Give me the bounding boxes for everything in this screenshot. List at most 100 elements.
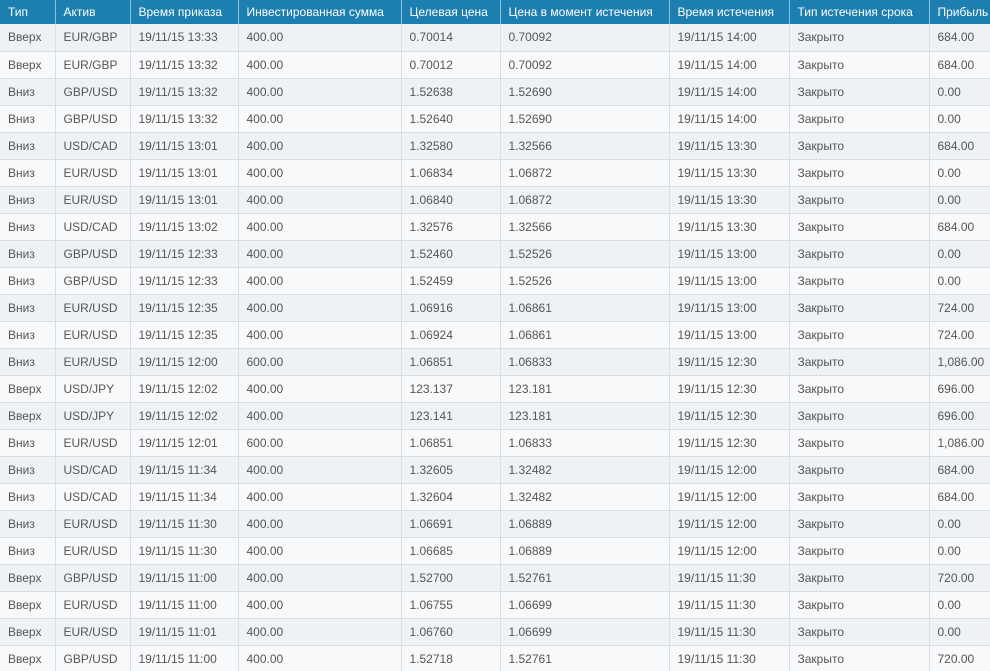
table-row[interactable]: Вверх USD/JPY 19/11/15 12:02 400.00 123.141 1… bbox=[0, 402, 990, 430]
table-row[interactable]: Вниз GBP/USD 19/11/15 12:33 400.00 1.52460 1.… bbox=[0, 240, 990, 268]
cell-expiry-price: 1.32566 bbox=[500, 213, 670, 241]
header-target-price[interactable]: Целевая цена bbox=[401, 0, 501, 24]
cell-order-time: 19/11/15 11:30 bbox=[130, 510, 239, 538]
cell-target-price: 1.52638 bbox=[401, 78, 501, 106]
table-row[interactable]: Вниз GBP/USD 19/11/15 13:32 400.00 1.52638 1.… bbox=[0, 78, 990, 106]
table-row[interactable]: Вверх EUR/USD 19/11/15 11:00 400.00 1.06755 1… bbox=[0, 591, 990, 619]
cell-expiry-price: 1.06861 bbox=[500, 294, 670, 322]
table-row[interactable]: Вниз EUR/USD 19/11/15 13:01 400.00 1.06840 1.… bbox=[0, 186, 990, 214]
cell-type: Вниз bbox=[0, 267, 56, 295]
table-row[interactable]: Вниз USD/CAD 19/11/15 11:34 400.00 1.32604 1.… bbox=[0, 483, 990, 511]
cell-expiry-type: Закрыто bbox=[789, 186, 930, 214]
cell-asset: GBP/USD bbox=[55, 105, 131, 133]
cell-profit: 0.00 bbox=[929, 591, 990, 619]
cell-profit: 1,086.00 bbox=[929, 429, 990, 457]
cell-invested-amount: 400.00 bbox=[238, 321, 402, 349]
cell-expiry-time: 19/11/15 14:00 bbox=[669, 78, 790, 106]
cell-profit: 684.00 bbox=[929, 483, 990, 511]
cell-expiry-type: Закрыто bbox=[789, 240, 930, 268]
cell-target-price: 1.06760 bbox=[401, 618, 501, 646]
cell-expiry-price: 123.181 bbox=[500, 402, 670, 430]
cell-expiry-price: 1.06889 bbox=[500, 537, 670, 565]
cell-order-time: 19/11/15 11:00 bbox=[130, 591, 239, 619]
cell-expiry-type: Закрыто bbox=[789, 564, 930, 592]
cell-order-time: 19/11/15 13:32 bbox=[130, 105, 239, 133]
cell-type: Вниз bbox=[0, 510, 56, 538]
cell-order-time: 19/11/15 13:01 bbox=[130, 186, 239, 214]
cell-expiry-time: 19/11/15 12:00 bbox=[669, 483, 790, 511]
table-row[interactable]: Вниз EUR/USD 19/11/15 12:00 600.00 1.06851 1.… bbox=[0, 348, 990, 376]
table-row[interactable]: Вниз GBP/USD 19/11/15 13:32 400.00 1.52640 1.… bbox=[0, 105, 990, 133]
cell-invested-amount: 400.00 bbox=[238, 186, 402, 214]
cell-profit: 684.00 bbox=[929, 456, 990, 484]
cell-profit: 0.00 bbox=[929, 537, 990, 565]
cell-type: Вниз bbox=[0, 537, 56, 565]
cell-expiry-type: Закрыто bbox=[789, 645, 930, 671]
header-order-time[interactable]: Время приказа bbox=[130, 0, 239, 24]
header-expiry-price[interactable]: Цена в момент истечения bbox=[500, 0, 670, 24]
header-invested-amount[interactable]: Инвестированная сумма bbox=[238, 0, 402, 24]
cell-expiry-type: Закрыто bbox=[789, 78, 930, 106]
cell-expiry-price: 1.06833 bbox=[500, 348, 670, 376]
cell-asset: GBP/USD bbox=[55, 564, 131, 592]
table-row[interactable]: Вверх EUR/GBP 19/11/15 13:33 400.00 0.70014 0… bbox=[0, 24, 990, 52]
table-row[interactable]: Вниз EUR/USD 19/11/15 12:01 600.00 1.06851 1.… bbox=[0, 429, 990, 457]
cell-expiry-time: 19/11/15 12:30 bbox=[669, 402, 790, 430]
header-profit[interactable]: Прибыль bbox=[929, 0, 990, 24]
table-row[interactable]: Вверх EUR/USD 19/11/15 11:01 400.00 1.06760 1… bbox=[0, 618, 990, 646]
table-row[interactable]: Вниз EUR/USD 19/11/15 12:35 400.00 1.06924 1.… bbox=[0, 321, 990, 349]
table-row[interactable]: Вниз USD/CAD 19/11/15 13:01 400.00 1.32580 1.… bbox=[0, 132, 990, 160]
cell-target-price: 1.32580 bbox=[401, 132, 501, 160]
cell-asset: EUR/GBP bbox=[55, 24, 131, 52]
cell-expiry-time: 19/11/15 13:30 bbox=[669, 186, 790, 214]
cell-asset: EUR/USD bbox=[55, 429, 131, 457]
cell-profit: 0.00 bbox=[929, 105, 990, 133]
cell-expiry-price: 0.70092 bbox=[500, 24, 670, 52]
cell-type: Вниз bbox=[0, 132, 56, 160]
cell-target-price: 1.06851 bbox=[401, 348, 501, 376]
cell-invested-amount: 400.00 bbox=[238, 510, 402, 538]
table-row[interactable]: Вверх GBP/USD 19/11/15 11:00 400.00 1.52700 1… bbox=[0, 564, 990, 592]
table-row[interactable]: Вниз EUR/USD 19/11/15 11:30 400.00 1.06685 1.… bbox=[0, 537, 990, 565]
cell-type: Вниз bbox=[0, 483, 56, 511]
header-type[interactable]: Тип bbox=[0, 0, 56, 24]
cell-invested-amount: 400.00 bbox=[238, 402, 402, 430]
table-row[interactable]: Вверх USD/JPY 19/11/15 12:02 400.00 123.137 1… bbox=[0, 375, 990, 403]
table-row[interactable]: Вверх EUR/GBP 19/11/15 13:32 400.00 0.70012 0… bbox=[0, 51, 990, 79]
cell-type: Вниз bbox=[0, 321, 56, 349]
cell-profit: 684.00 bbox=[929, 24, 990, 52]
cell-invested-amount: 400.00 bbox=[238, 24, 402, 52]
cell-target-price: 1.06691 bbox=[401, 510, 501, 538]
cell-order-time: 19/11/15 12:35 bbox=[130, 321, 239, 349]
cell-expiry-price: 1.06699 bbox=[500, 618, 670, 646]
table-row[interactable]: Вниз GBP/USD 19/11/15 12:33 400.00 1.52459 1.… bbox=[0, 267, 990, 295]
header-expiry-time[interactable]: Время истечения bbox=[669, 0, 790, 24]
cell-target-price: 123.137 bbox=[401, 375, 501, 403]
table-row[interactable]: Вниз USD/CAD 19/11/15 13:02 400.00 1.32576 1.… bbox=[0, 213, 990, 241]
cell-expiry-time: 19/11/15 13:00 bbox=[669, 240, 790, 268]
table-row[interactable]: Вниз EUR/USD 19/11/15 13:01 400.00 1.06834 1.… bbox=[0, 159, 990, 187]
table-row[interactable]: Вниз USD/CAD 19/11/15 11:34 400.00 1.32605 1.… bbox=[0, 456, 990, 484]
cell-expiry-type: Закрыто bbox=[789, 51, 930, 79]
cell-asset: USD/CAD bbox=[55, 213, 131, 241]
table-row[interactable]: Вниз EUR/USD 19/11/15 12:35 400.00 1.06916 1.… bbox=[0, 294, 990, 322]
header-expiry-type[interactable]: Тип истечения срока bbox=[789, 0, 930, 24]
cell-type: Вниз bbox=[0, 456, 56, 484]
cell-order-time: 19/11/15 11:01 bbox=[130, 618, 239, 646]
cell-expiry-type: Закрыто bbox=[789, 348, 930, 376]
cell-order-time: 19/11/15 11:00 bbox=[130, 645, 239, 671]
cell-asset: EUR/USD bbox=[55, 618, 131, 646]
table-row[interactable]: Вниз EUR/USD 19/11/15 11:30 400.00 1.06691 1.… bbox=[0, 510, 990, 538]
cell-asset: GBP/USD bbox=[55, 78, 131, 106]
cell-asset: USD/CAD bbox=[55, 132, 131, 160]
cell-order-time: 19/11/15 13:02 bbox=[130, 213, 239, 241]
cell-expiry-time: 19/11/15 12:00 bbox=[669, 456, 790, 484]
header-asset[interactable]: Актив bbox=[55, 0, 131, 24]
cell-profit: 696.00 bbox=[929, 402, 990, 430]
cell-invested-amount: 600.00 bbox=[238, 429, 402, 457]
cell-order-time: 19/11/15 11:30 bbox=[130, 537, 239, 565]
table-row[interactable]: Вверх GBP/USD 19/11/15 11:00 400.00 1.52718 1… bbox=[0, 645, 990, 671]
cell-profit: 0.00 bbox=[929, 240, 990, 268]
cell-order-time: 19/11/15 11:34 bbox=[130, 483, 239, 511]
cell-asset: EUR/USD bbox=[55, 321, 131, 349]
